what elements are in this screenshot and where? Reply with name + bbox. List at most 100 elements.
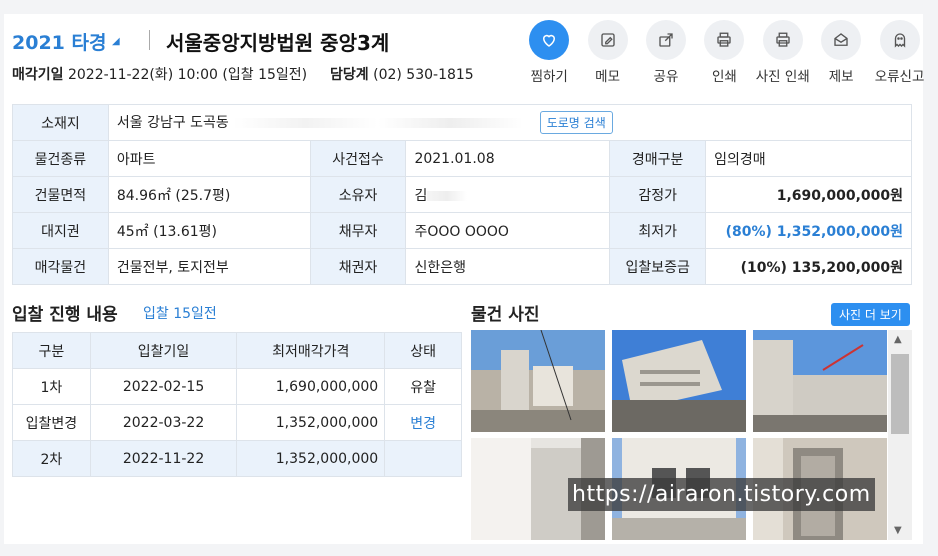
- table-row: 대지권 45㎡ (13.61평) 채무자 주OOO OOOO 최저가 (80%)…: [12, 212, 912, 249]
- page: 2021 타경 ◢ 서울중앙지방법원 중앙3계 매각기일 2022-11-22(…: [0, 0, 938, 556]
- auction-type-label: 경매구분: [609, 140, 707, 177]
- area-label: 건물면적: [12, 176, 109, 213]
- table-row: 소재지 서울 강남구 도곡동 도로명 검색: [12, 104, 913, 141]
- auction-type-value: 임의경매: [705, 140, 912, 177]
- ghost-icon: [879, 20, 920, 60]
- filed-label: 사건접수: [309, 140, 407, 177]
- watermark-text: https://airaron.tistory.com: [568, 478, 875, 511]
- filed-value: 2021.01.08: [405, 140, 611, 177]
- address-value: 서울 강남구 도곡동: [116, 115, 229, 131]
- appraisal-value: 1,690,000,000원: [705, 176, 912, 213]
- status-cell: [384, 440, 462, 477]
- sale-object-label: 매각물건: [12, 248, 109, 285]
- memo-button[interactable]: 메모: [578, 20, 636, 85]
- column-header: 입찰기일: [89, 332, 238, 369]
- property-info-table: 소재지 서울 강남구 도곡동 도로명 검색 물건종류 아파트 사건접수 2021…: [12, 104, 913, 285]
- gallery-scrollbar[interactable]: ▲ ▼: [888, 330, 912, 540]
- creditor-label: 채권자: [309, 248, 407, 285]
- table-row: 매각물건 건물전부, 토지전부 채권자 신한은행 입찰보증금 (10%) 135…: [12, 248, 912, 285]
- status-link[interactable]: 변경: [384, 404, 462, 441]
- deposit-label: 입찰보증금: [609, 248, 707, 285]
- owner-cell: 김: [405, 176, 611, 213]
- table-row: 입찰변경 2022-03-22 1,352,000,000 변경: [12, 404, 462, 441]
- type-value: 아파트: [107, 140, 311, 177]
- scroll-down-icon[interactable]: ▼: [894, 525, 902, 536]
- min-price-value: (80%) 1,352,000,000원: [705, 212, 912, 249]
- round-cell: 2차: [12, 440, 91, 477]
- photo-print-label: 사진 인쇄: [755, 69, 810, 85]
- error-report-button[interactable]: 오류신고: [870, 20, 928, 85]
- print-label: 인쇄: [711, 69, 737, 85]
- error-report-label: 오류신고: [874, 69, 925, 85]
- court-title: 서울중앙지방법원 중앙3계: [166, 31, 390, 55]
- dept-phone: (02) 530-1815: [373, 67, 474, 83]
- report-button[interactable]: 제보: [812, 20, 870, 85]
- round-cell: 1차: [12, 368, 91, 405]
- report-label: 제보: [828, 69, 854, 85]
- debtor-label: 채무자: [309, 212, 407, 249]
- more-photos-button[interactable]: 사진 더 보기: [831, 303, 910, 326]
- bidding-section-title: 입찰 진행 내용: [12, 305, 118, 325]
- report-icon: [821, 20, 862, 60]
- price-cell: 1,352,000,000: [236, 440, 386, 477]
- table-row: 2차 2022-11-22 1,352,000,000: [12, 440, 462, 477]
- action-toolbar: 찜하기 메모 공유 인쇄 사진 인쇄 제보 오류신고: [520, 20, 929, 85]
- owner-value: 김: [414, 187, 428, 204]
- address-cell: 서울 강남구 도곡동 도로명 검색: [107, 104, 913, 141]
- table-row: 1차 2022-02-15 1,690,000,000 유찰: [12, 368, 462, 405]
- area-value: 84.96㎡ (25.7평): [107, 176, 311, 213]
- memo-icon: [587, 20, 628, 60]
- bidding-table: 구분 입찰기일 최저매각가격 상태 1차 2022-02-15 1,690,00…: [12, 332, 462, 477]
- dept-label: 담당계: [330, 67, 369, 83]
- share-button[interactable]: 공유: [637, 20, 695, 85]
- favorite-button[interactable]: 찜하기: [520, 20, 578, 85]
- sale-info-line: 매각기일 2022-11-22(화) 10:00 (입찰 15일전) 담당계 (…: [12, 64, 474, 84]
- land-value: 45㎡ (13.61평): [107, 212, 311, 249]
- photos-section-title: 물건 사진: [471, 305, 540, 325]
- scroll-up-icon[interactable]: ▲: [894, 334, 902, 345]
- scrollbar-thumb[interactable]: [891, 354, 909, 434]
- share-icon: [645, 20, 686, 60]
- column-header: 최저매각가격: [236, 332, 386, 369]
- land-label: 대지권: [12, 212, 109, 249]
- min-price-label: 최저가: [609, 212, 707, 249]
- print-button[interactable]: 인쇄: [695, 20, 753, 85]
- type-label: 물건종류: [12, 140, 109, 177]
- redacted-address: [233, 118, 524, 128]
- column-header: 구분: [12, 332, 91, 369]
- date-cell: 2022-11-22: [89, 440, 238, 477]
- appraisal-label: 감정가: [609, 176, 707, 213]
- property-photo[interactable]: [612, 330, 746, 432]
- print-icon: [704, 20, 745, 60]
- creditor-value: 신한은행: [405, 248, 611, 285]
- date-cell: 2022-02-15: [89, 368, 238, 405]
- address-label: 소재지: [12, 104, 109, 141]
- photo-print-button[interactable]: 사진 인쇄: [754, 20, 812, 85]
- owner-label: 소유자: [309, 176, 407, 213]
- photo-print-icon: [762, 20, 803, 60]
- debtor-value: 주OOO OOOO: [405, 212, 611, 249]
- column-header: 상태: [384, 332, 462, 369]
- deposit-value: (10%) 135,200,000원: [705, 248, 912, 285]
- sale-object-value: 건물전부, 토지전부: [107, 248, 311, 285]
- table-row: 물건종류 아파트 사건접수 2021.01.08 경매구분 임의경매: [12, 140, 912, 177]
- property-photo[interactable]: [753, 330, 887, 432]
- share-label: 공유: [653, 69, 679, 85]
- header-divider: [149, 30, 150, 50]
- table-header-row: 구분 입찰기일 최저매각가격 상태: [12, 332, 462, 369]
- road-address-search-button[interactable]: 도로명 검색: [539, 111, 613, 134]
- case-dropdown-icon[interactable]: ◢: [112, 36, 120, 47]
- favorite-label: 찜하기: [530, 69, 568, 85]
- sale-date-label: 매각기일: [12, 67, 64, 83]
- round-cell: 입찰변경: [12, 404, 91, 441]
- property-photo[interactable]: [471, 330, 605, 432]
- sale-date-value: 2022-11-22(화) 10:00 (입찰 15일전): [67, 67, 308, 83]
- table-row: 건물면적 84.96㎡ (25.7평) 소유자 김 감정가 1,690,000,…: [12, 176, 912, 213]
- heart-icon: [529, 20, 570, 60]
- redacted-owner: [427, 190, 468, 201]
- status-cell: 유찰: [384, 368, 462, 405]
- price-cell: 1,352,000,000: [236, 404, 386, 441]
- date-cell: 2022-03-22: [89, 404, 238, 441]
- case-number: 2021 타경: [12, 32, 107, 54]
- price-cell: 1,690,000,000: [236, 368, 386, 405]
